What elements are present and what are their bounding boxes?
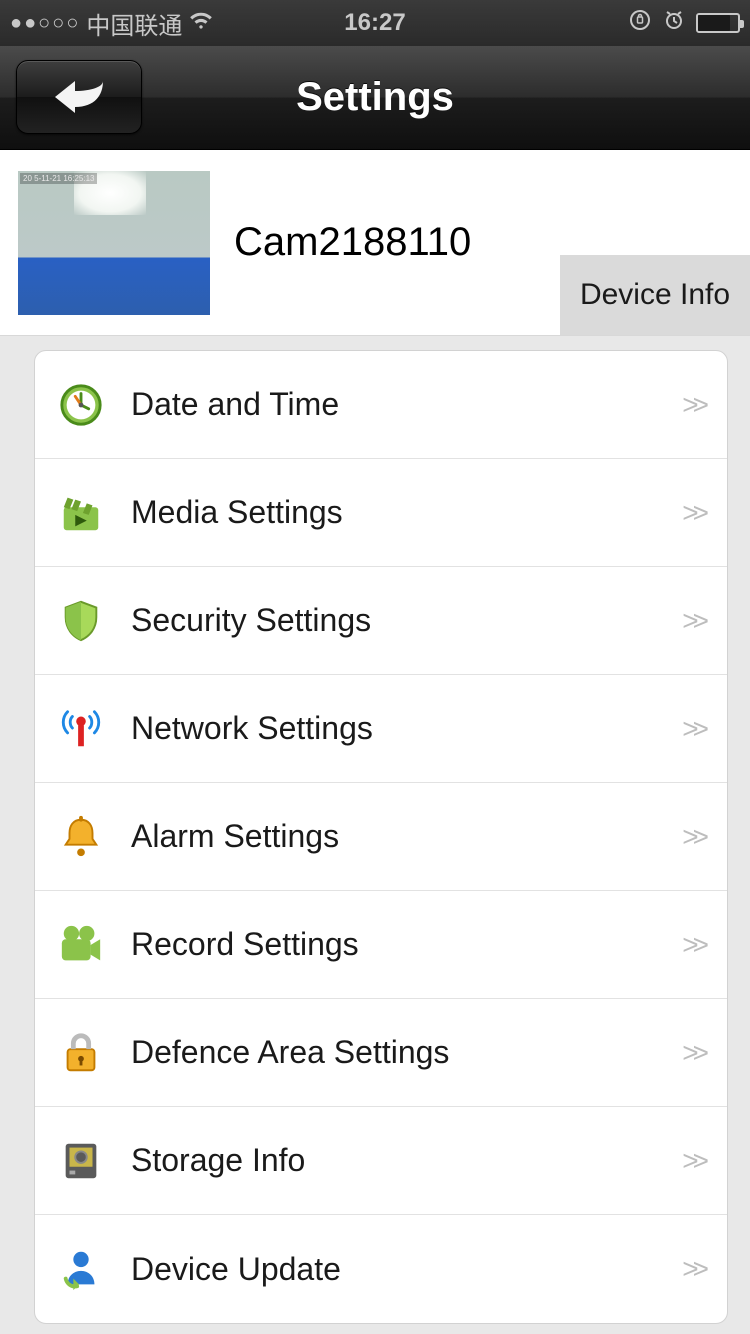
row-date-time[interactable]: Date and Time >>: [35, 351, 727, 459]
wifi-icon: [188, 7, 214, 40]
clock-icon: [49, 382, 113, 428]
orientation-lock-icon: [628, 8, 652, 39]
row-record-settings[interactable]: Record Settings >>: [35, 891, 727, 999]
chevron-right-icon: >>: [682, 389, 703, 421]
chevron-right-icon: >>: [682, 713, 703, 745]
camera-header: 20 5-11-21 16:25:13 Cam2188110 Device In…: [0, 150, 750, 336]
status-right: [628, 8, 740, 39]
thumbnail-timestamp: 20 5-11-21 16:25:13: [20, 173, 97, 184]
row-network-settings[interactable]: Network Settings >>: [35, 675, 727, 783]
settings-list: Date and Time >> Media Settings >> Secur…: [34, 350, 728, 1324]
shield-icon: [49, 598, 113, 644]
camera-name: Cam2188110: [234, 220, 471, 265]
row-label: Media Settings: [131, 494, 682, 531]
camcorder-icon: [49, 922, 113, 968]
chevron-right-icon: >>: [682, 821, 703, 853]
battery-icon: [696, 13, 740, 33]
chevron-right-icon: >>: [682, 1145, 703, 1177]
antenna-icon: [49, 706, 113, 752]
row-label: Alarm Settings: [131, 818, 682, 855]
row-device-update[interactable]: Device Update >>: [35, 1215, 727, 1323]
chevron-right-icon: >>: [682, 497, 703, 529]
row-label: Defence Area Settings: [131, 1034, 682, 1071]
row-label: Security Settings: [131, 602, 682, 639]
row-defence-area-settings[interactable]: Defence Area Settings >>: [35, 999, 727, 1107]
signal-strength-icon: ●●○○○: [10, 12, 80, 35]
row-label: Record Settings: [131, 926, 682, 963]
nav-bar: Settings: [0, 46, 750, 150]
status-left: ●●○○○ 中国联通: [10, 6, 214, 41]
device-info-button[interactable]: Device Info: [560, 255, 750, 335]
chevron-right-icon: >>: [682, 1253, 703, 1285]
status-time: 16:27: [344, 9, 405, 37]
row-label: Storage Info: [131, 1142, 682, 1179]
row-media-settings[interactable]: Media Settings >>: [35, 459, 727, 567]
chevron-right-icon: >>: [682, 929, 703, 961]
back-arrow-icon: [51, 77, 107, 117]
disk-icon: [49, 1138, 113, 1184]
camera-thumbnail[interactable]: 20 5-11-21 16:25:13: [18, 171, 210, 315]
page-title: Settings: [296, 75, 454, 120]
row-label: Network Settings: [131, 710, 682, 747]
carrier-label: 中国联通: [86, 6, 182, 41]
row-label: Device Update: [131, 1251, 682, 1288]
clapperboard-icon: [49, 490, 113, 536]
row-security-settings[interactable]: Security Settings >>: [35, 567, 727, 675]
row-storage-info[interactable]: Storage Info >>: [35, 1107, 727, 1215]
chevron-right-icon: >>: [682, 605, 703, 637]
back-button[interactable]: [16, 60, 142, 134]
alarm-clock-icon: [662, 8, 686, 39]
row-label: Date and Time: [131, 386, 682, 423]
status-bar: ●●○○○ 中国联通 16:27: [0, 0, 750, 46]
row-alarm-settings[interactable]: Alarm Settings >>: [35, 783, 727, 891]
lock-icon: [49, 1030, 113, 1076]
user-refresh-icon: [49, 1246, 113, 1292]
bell-icon: [49, 814, 113, 860]
chevron-right-icon: >>: [682, 1037, 703, 1069]
